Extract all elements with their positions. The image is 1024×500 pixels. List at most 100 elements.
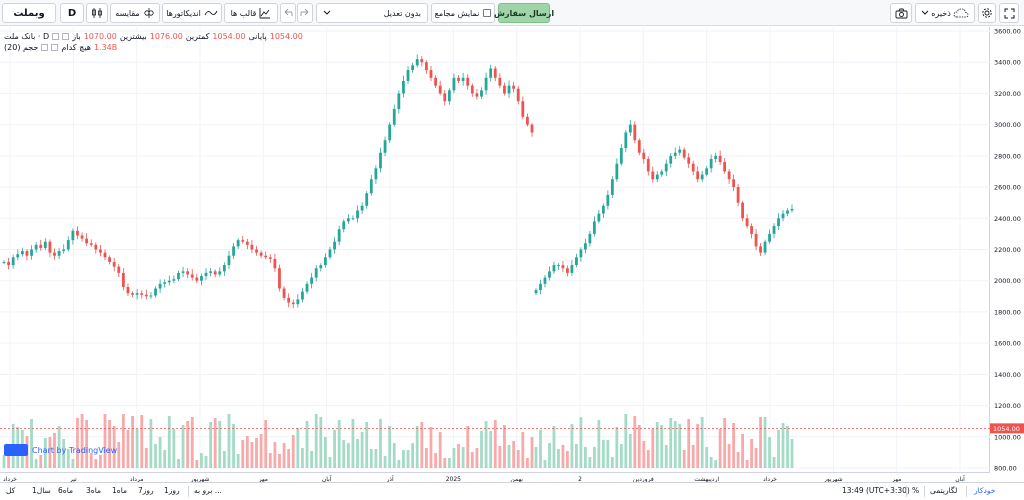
range-1d-button[interactable]: 1روز	[164, 486, 180, 495]
candle-body	[121, 272, 125, 287]
candle-body	[7, 261, 10, 266]
candle-body	[268, 257, 272, 259]
range-all-button[interactable]: کل	[6, 486, 15, 495]
volume-bar	[705, 447, 709, 468]
redo-button[interactable]	[297, 3, 313, 23]
candle-body	[754, 233, 758, 247]
volume-bar	[356, 439, 359, 468]
volume-bar	[250, 442, 254, 468]
price-chart[interactable]	[0, 27, 990, 472]
price-tick-label: 1000.00	[994, 433, 1021, 441]
symbol-search-button[interactable]: وبملت	[2, 3, 56, 23]
settings-button[interactable]	[978, 3, 996, 23]
volume-bar	[646, 450, 650, 468]
candle-body	[534, 290, 538, 294]
candle-body	[342, 221, 346, 230]
candle-body	[213, 271, 217, 275]
volume-bar	[539, 430, 542, 468]
candle-body	[76, 230, 79, 236]
undo-button[interactable]	[280, 3, 296, 23]
volume-bar	[213, 418, 217, 468]
candle-body	[709, 158, 713, 169]
volume-bar	[619, 444, 623, 468]
volume-bar	[117, 442, 121, 468]
volume-bar	[241, 440, 245, 468]
candle-body	[601, 205, 605, 214]
volume-bar	[383, 456, 387, 468]
candle-body	[360, 205, 364, 211]
volume-bar	[470, 452, 474, 468]
chart-type-button[interactable]	[86, 3, 108, 23]
volume-bar	[282, 443, 286, 468]
candle-body	[62, 249, 66, 252]
range-6m-button[interactable]: 6ماه	[58, 486, 73, 495]
indicators-button[interactable]: اندیکاتورها	[162, 3, 222, 23]
percent-scale-button[interactable]: %	[912, 486, 919, 495]
volume-bar	[39, 455, 43, 468]
range-1y-button[interactable]: 1سال	[32, 486, 51, 495]
candle-body	[135, 293, 139, 295]
show-aggregates-toggle[interactable]: نمایش مجامع	[431, 3, 495, 23]
volume-bar	[624, 414, 628, 468]
volume-bar	[388, 426, 392, 468]
volume-bar	[651, 429, 655, 468]
auto-scale-button[interactable]: خودکار	[974, 486, 995, 495]
tradingview-watermark[interactable]: Chart by TradingView	[4, 444, 117, 456]
go-to-date-button[interactable]: برو به ...	[194, 486, 222, 495]
volume-bar	[754, 448, 758, 468]
settings-small-icon[interactable]	[62, 33, 70, 40]
price-adjustment-select[interactable]: بدون تعدیل	[316, 3, 428, 23]
volume-bar	[682, 450, 686, 468]
candle-body	[718, 155, 722, 163]
templates-button[interactable]: قالب ها	[224, 3, 278, 23]
volume-bar	[475, 448, 479, 468]
candle-body	[144, 294, 148, 297]
candle-body	[732, 179, 736, 188]
candle-body	[772, 226, 776, 234]
time-axis[interactable]: خرداد تیر مرداد شهریور مهر آبان آذر 2025 بهمن 2 فر…	[0, 472, 990, 483]
candle-body	[588, 233, 592, 244]
volume-bar	[512, 441, 516, 468]
volume-bar	[700, 417, 704, 468]
log-scale-button[interactable]: لگاریتمی	[930, 486, 957, 495]
candle-body	[154, 288, 157, 296]
candle-body	[420, 59, 424, 63]
chart-pane[interactable]	[0, 27, 990, 472]
eye-icon[interactable]	[41, 44, 49, 51]
volume-bar	[328, 457, 332, 468]
interval-button[interactable]: D	[60, 3, 84, 23]
eye-icon[interactable]	[52, 33, 60, 40]
price-tick-label: 3400.00	[994, 59, 1021, 67]
save-label: ذخیره	[931, 8, 951, 18]
volume-bar	[457, 444, 460, 468]
compare-button[interactable]: مقایسه	[110, 3, 160, 23]
clock-timezone-button[interactable]: 13:49 (UTC+3:30)	[842, 486, 910, 495]
candle-body	[466, 77, 470, 86]
range-3m-button[interactable]: 3ماه	[86, 486, 101, 495]
save-layout-button[interactable]: ذخیره	[915, 3, 975, 23]
send-order-button[interactable]: ارسال سفارش	[494, 3, 554, 23]
legend-close-label: پایانی	[248, 32, 267, 41]
volume-bar	[204, 456, 208, 468]
aggregate-label: نمایش مجامع	[434, 8, 480, 18]
volume-bar	[579, 417, 583, 468]
snapshot-button[interactable]	[890, 3, 912, 23]
price-axis[interactable]: 3600.00 3400.00 3200.00 3000.00 2800.00 2600.…	[990, 27, 1024, 473]
candle-body	[425, 62, 428, 71]
candle-body	[310, 277, 314, 284]
volume-bar	[103, 414, 107, 468]
candle-body	[25, 251, 29, 256]
range-7d-button[interactable]: 7روز	[138, 486, 154, 495]
volume-bar	[379, 419, 382, 468]
candle-body	[397, 93, 401, 110]
aggregate-checkbox[interactable]	[483, 9, 492, 17]
candle-body	[177, 272, 180, 280]
fullscreen-button[interactable]	[999, 3, 1019, 23]
candle-body	[651, 171, 655, 180]
volume-bar	[660, 425, 664, 468]
candle-body	[484, 77, 488, 91]
candle-body	[158, 283, 162, 289]
candle-body	[323, 257, 327, 266]
settings-small-icon[interactable]	[51, 44, 59, 51]
range-1m-button[interactable]: 1ماه	[112, 486, 127, 495]
